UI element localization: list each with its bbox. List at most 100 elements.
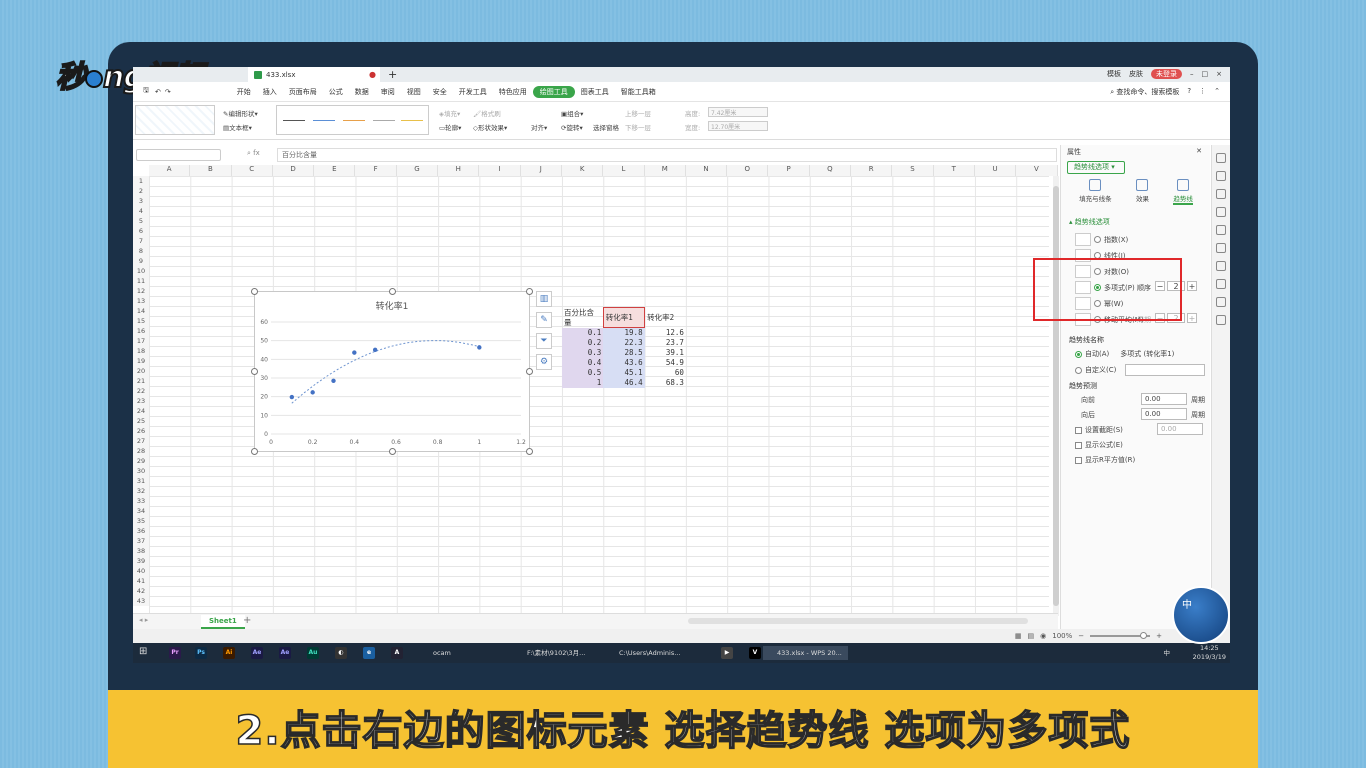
column-header[interactable]: J (520, 165, 562, 176)
show-equation-checkbox[interactable]: 显示公式(E) (1075, 440, 1123, 450)
row-header[interactable]: 20 (133, 366, 149, 376)
row-header[interactable]: 11 (133, 276, 149, 286)
column-header[interactable]: F (355, 165, 397, 176)
table-cell[interactable]: 54.9 (645, 358, 686, 368)
column-header[interactable]: P (768, 165, 810, 176)
minimize-icon[interactable]: – (1190, 70, 1194, 78)
audition-icon[interactable]: Au (307, 647, 319, 659)
menu-data[interactable]: 数据 (349, 87, 375, 97)
clock[interactable]: 14:25 2019/3/19 (1193, 644, 1226, 662)
table-cell[interactable]: 0.2 (562, 338, 604, 348)
collapse-ribbon-icon[interactable]: ⌃ (1214, 87, 1220, 97)
after-effects-icon-2[interactable]: Ae (279, 647, 291, 659)
star-icon[interactable] (1216, 225, 1226, 235)
table-cell[interactable]: 39.1 (645, 348, 686, 358)
row-header[interactable]: 17 (133, 336, 149, 346)
app-icon[interactable]: ◐ (335, 647, 347, 659)
plus-icon[interactable]: + (1187, 313, 1197, 323)
row-header[interactable]: 32 (133, 486, 149, 496)
data-point[interactable] (331, 378, 336, 383)
history-icon[interactable] (1216, 297, 1226, 307)
data-point[interactable] (352, 350, 357, 355)
start-icon[interactable]: ⊞ (139, 646, 147, 657)
column-header[interactable]: N (685, 165, 728, 176)
row-header[interactable]: 35 (133, 516, 149, 526)
row-header[interactable]: 4 (133, 206, 149, 216)
sheet-nav-icon[interactable]: ◂ ▸ (139, 616, 148, 624)
table-cell[interactable]: 0.3 (562, 348, 604, 358)
menu-security[interactable]: 安全 (427, 87, 453, 97)
column-header[interactable]: A (149, 165, 191, 176)
row-header[interactable]: 40 (133, 566, 149, 576)
zoom-in-icon[interactable]: + (1156, 632, 1162, 640)
horizontal-scrollbar[interactable] (688, 618, 1028, 624)
menu-developer[interactable]: 开发工具 (453, 87, 493, 97)
layout-icon[interactable] (1216, 207, 1226, 217)
radio-selected[interactable] (1075, 350, 1082, 358)
help-icon[interactable]: ? (1187, 87, 1191, 97)
row-header[interactable]: 19 (133, 356, 149, 366)
formula-input[interactable]: 百分比含量 (277, 148, 1057, 162)
forward-input[interactable]: 0.00 (1141, 393, 1187, 405)
bring-forward-button[interactable]: 上移一层 (625, 108, 651, 118)
row-header[interactable]: 7 (133, 236, 149, 246)
app-icon-2[interactable]: A (391, 647, 403, 659)
table-cell[interactable]: 19.8 (603, 327, 645, 338)
illustrator-icon[interactable]: Ai (223, 647, 235, 659)
column-header[interactable]: H (438, 165, 480, 176)
row-header[interactable]: 24 (133, 406, 149, 416)
resize-handle[interactable] (389, 448, 396, 455)
name-auto[interactable]: 自动(A) 多项式 (转化率1) (1075, 349, 1174, 359)
menu-chart-tools[interactable]: 图表工具 (575, 87, 615, 97)
app-icon-4[interactable]: V (749, 647, 761, 659)
row-header[interactable]: 12 (133, 286, 149, 296)
column-header[interactable]: L (603, 165, 645, 176)
row-header[interactable]: 21 (133, 376, 149, 386)
document-tab[interactable]: 433.xlsx ● (248, 67, 380, 82)
row-header[interactable]: 14 (133, 306, 149, 316)
trendline[interactable] (291, 340, 480, 404)
vertical-scrollbar[interactable] (1053, 176, 1059, 616)
skin-link[interactable]: 皮肤 (1129, 69, 1143, 79)
header-cell[interactable]: 转化率1 (602, 307, 646, 328)
column-header[interactable]: E (314, 165, 356, 176)
taskbar-item-folder[interactable]: F:\素材\9102\3月... (513, 646, 585, 660)
row-header[interactable]: 38 (133, 546, 149, 556)
resize-handle[interactable] (526, 288, 533, 295)
column-header[interactable]: K (561, 165, 604, 176)
table-cell[interactable]: 0.1 (562, 327, 604, 338)
row-header[interactable]: 37 (133, 536, 149, 546)
row-header[interactable]: 42 (133, 586, 149, 596)
intercept-input[interactable]: 0.00 (1157, 423, 1203, 435)
row-header[interactable]: 10 (133, 266, 149, 276)
panel-close-icon[interactable]: ✕ (1196, 147, 1202, 155)
backward-input[interactable]: 0.00 (1141, 408, 1187, 420)
row-header[interactable]: 3 (133, 196, 149, 206)
height-input[interactable]: 7.42厘米 (708, 107, 768, 117)
row-header[interactable]: 13 (133, 296, 149, 306)
text-box-button[interactable]: ▤文本框▾ (223, 122, 252, 132)
row-header[interactable]: 28 (133, 446, 149, 456)
resize-handle[interactable] (526, 448, 533, 455)
menu-review[interactable]: 审阅 (375, 87, 401, 97)
name-box[interactable] (136, 149, 221, 161)
property-icon[interactable] (1216, 189, 1226, 199)
row-header[interactable]: 18 (133, 346, 149, 356)
table-icon[interactable] (1216, 243, 1226, 253)
row-header[interactable]: 29 (133, 456, 149, 466)
column-header[interactable]: U (974, 165, 1017, 176)
sheet-tab[interactable]: Sheet1 (201, 615, 245, 629)
column-header[interactable]: R (851, 165, 893, 176)
header-cell[interactable]: 百分比含量 (562, 308, 603, 328)
width-input[interactable]: 12.70厘米 (708, 121, 768, 131)
photoshop-icon[interactable]: Ps (195, 647, 207, 659)
row-header[interactable]: 31 (133, 476, 149, 486)
menu-insert[interactable]: 插入 (257, 87, 283, 97)
table-cell[interactable]: 68.3 (645, 378, 686, 388)
trendline-options-dropdown[interactable]: 趋势线选项 ▾ (1067, 161, 1125, 174)
row-header[interactable]: 5 (133, 216, 149, 226)
row-header[interactable]: 23 (133, 396, 149, 406)
chart-filter-icon[interactable]: ⏷ (536, 333, 552, 349)
app-icon-3[interactable]: ▶ (721, 647, 733, 659)
after-effects-icon[interactable]: Ae (251, 647, 263, 659)
